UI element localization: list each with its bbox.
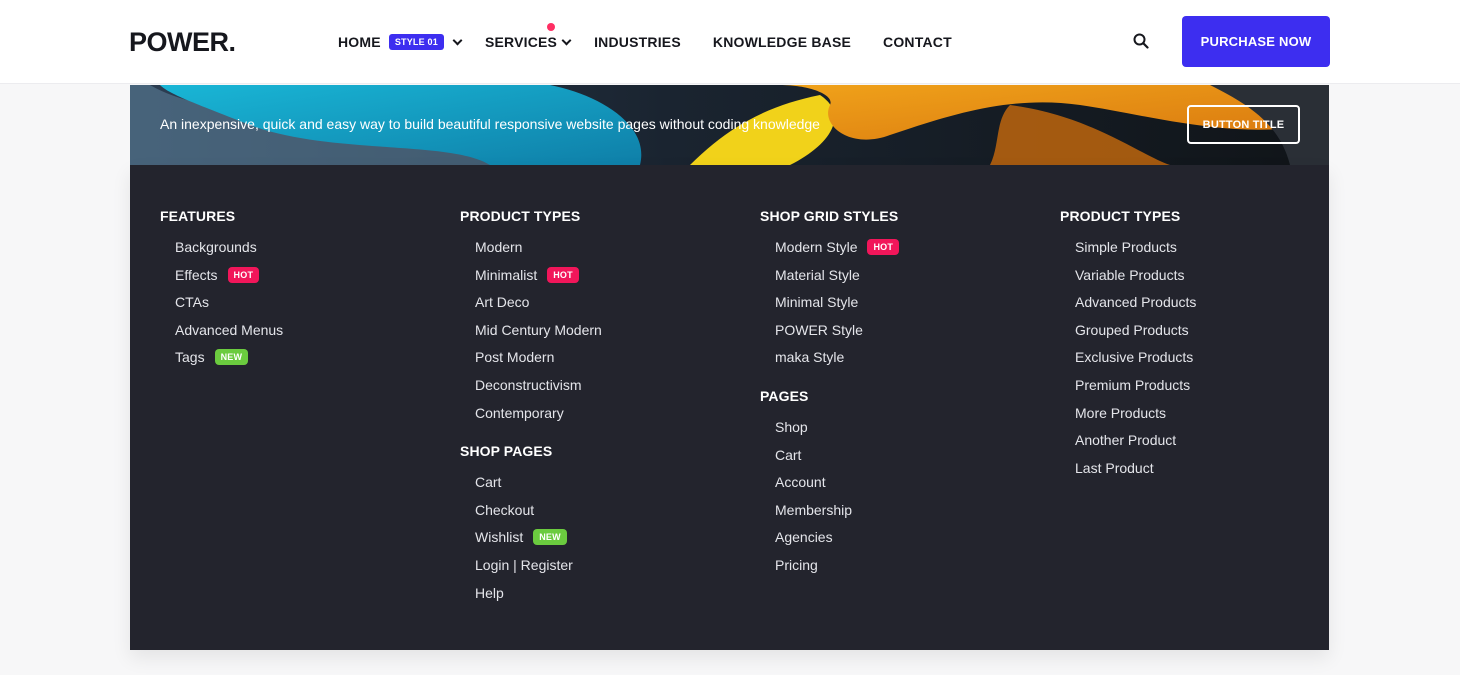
site-header: POWER. HOME STYLE 01 SERVICES INDUSTRIES… <box>0 0 1460 84</box>
chevron-down-icon <box>452 35 463 45</box>
menu-item-exclusive-products[interactable]: Exclusive Products <box>1060 348 1196 376</box>
menu-list: Modern Style HOT Material Style Minimal S… <box>760 238 900 376</box>
menu-item-minimalist[interactable]: Minimalist HOT <box>460 266 602 294</box>
nav-knowledge-base[interactable]: KNOWLEDGE BASE <box>713 34 851 50</box>
nav-home[interactable]: HOME STYLE 01 <box>338 34 463 50</box>
menu-item-login-register[interactable]: Login | Register <box>460 556 602 584</box>
menu-item-ctas[interactable]: CTAs <box>160 293 283 321</box>
menu-item-help[interactable]: Help <box>460 584 602 612</box>
hot-badge: HOT <box>547 266 579 283</box>
menu-item-simple-products[interactable]: Simple Products <box>1060 238 1196 266</box>
column-title: PAGES <box>760 387 809 404</box>
hot-badge: HOT <box>867 239 900 255</box>
menu-item-checkout[interactable]: Checkout <box>460 501 602 529</box>
nav-industries[interactable]: INDUSTRIES <box>594 34 681 50</box>
logo[interactable]: POWER. <box>129 27 236 58</box>
menu-item-material-style[interactable]: Material Style <box>760 266 899 294</box>
new-badge: NEW <box>214 349 249 366</box>
menu-column-product-types: PRODUCT TYPES Modern Minimalist HOT Art D… <box>460 208 602 611</box>
menu-column-features: FEATURES Backgrounds Effects HOT CTAs Adv… <box>160 208 283 376</box>
column-title: SHOP GRID STYLES <box>760 208 899 224</box>
menu-item-art-deco[interactable]: Art Deco <box>460 293 602 321</box>
menu-list: Modern Minimalist HOT Art Deco Mid Centur… <box>460 238 602 431</box>
menu-item-effects[interactable]: Effects HOT <box>160 266 283 294</box>
menu-item-maka-style[interactable]: maka Style <box>760 348 899 376</box>
menu-item-more-products[interactable]: More Products <box>1060 404 1196 432</box>
menu-item-advanced-products[interactable]: Advanced Products <box>1060 293 1196 321</box>
menu-item-mid-century-modern[interactable]: Mid Century Modern <box>460 321 602 349</box>
nav-home-label: HOME <box>338 34 381 50</box>
promo-banner: An inexpensive, quick and easy way to bu… <box>130 85 1329 165</box>
menu-list: Backgrounds Effects HOT CTAs Advanced Men… <box>160 238 283 376</box>
column-title: FEATURES <box>160 208 236 224</box>
notification-dot-icon <box>546 23 555 31</box>
search-icon[interactable] <box>1133 33 1149 49</box>
menu-item-variable-products[interactable]: Variable Products <box>1060 266 1196 294</box>
nav-contact[interactable]: CONTACT <box>883 34 952 50</box>
menu-column-product-types-2: PRODUCT TYPES Simple Products Variable P… <box>1060 208 1196 486</box>
nav-services[interactable]: SERVICES <box>484 23 572 50</box>
menu-item-power-style[interactable]: POWER Style <box>760 321 899 349</box>
menu-item-shop[interactable]: Shop <box>760 418 899 446</box>
menu-item-agencies[interactable]: Agencies <box>760 528 899 556</box>
menu-item-deconstructivism[interactable]: Deconstructivism <box>460 376 602 404</box>
menu-item-membership[interactable]: Membership <box>760 501 899 529</box>
main-nav: HOME STYLE 01 SERVICES INDUSTRIES KNOWLE… <box>338 0 952 84</box>
menu-item-post-modern[interactable]: Post Modern <box>460 348 602 376</box>
menu-item-grouped-products[interactable]: Grouped Products <box>1060 321 1196 349</box>
menu-item-contemporary[interactable]: Contemporary <box>460 404 602 432</box>
menu-item-pricing[interactable]: Pricing <box>760 556 899 584</box>
menu-list: Simple Products Variable Products Advanc… <box>1060 238 1196 486</box>
column-title: PRODUCT TYPES <box>460 208 581 224</box>
banner-button[interactable]: BUTTON TITLE <box>1187 105 1300 144</box>
mega-menu: FEATURES Backgrounds Effects HOT CTAs Adv… <box>130 165 1329 650</box>
menu-item-account[interactable]: Account <box>760 473 899 501</box>
column-title: SHOP PAGES <box>460 443 553 460</box>
menu-item-premium-products[interactable]: Premium Products <box>1060 376 1196 404</box>
menu-item-cart[interactable]: Cart <box>460 473 602 501</box>
nav-industries-label: INDUSTRIES <box>594 34 681 50</box>
menu-column-shop-grid-styles: SHOP GRID STYLES Modern Style HOT Materia… <box>760 208 900 584</box>
menu-list: Shop Cart Account Membership Agencies Pr… <box>760 418 899 584</box>
menu-item-advanced-menus[interactable]: Advanced Menus <box>160 321 283 349</box>
nav-knowledge-base-label: KNOWLEDGE BASE <box>712 34 852 50</box>
banner-text: An inexpensive, quick and easy way to bu… <box>160 116 820 132</box>
menu-item-tags[interactable]: Tags NEW <box>160 348 283 376</box>
menu-item-modern[interactable]: Modern <box>460 238 602 266</box>
nav-contact-label: CONTACT <box>883 34 952 50</box>
menu-item-wishlist[interactable]: Wishlist NEW <box>460 528 602 556</box>
column-title: PRODUCT TYPES <box>1060 208 1181 224</box>
menu-item-modern-style[interactable]: Modern Style HOT <box>760 238 900 266</box>
style-badge: STYLE 01 <box>388 34 444 50</box>
chevron-down-icon <box>561 35 572 45</box>
menu-item-another-product[interactable]: Another Product <box>1060 431 1196 459</box>
menu-item-minimal-style[interactable]: Minimal Style <box>760 293 899 321</box>
menu-item-cart[interactable]: Cart <box>760 446 899 474</box>
new-badge: NEW <box>533 529 567 546</box>
menu-list: Cart Checkout Wishlist NEW Login | Regist… <box>460 473 602 611</box>
menu-item-backgrounds[interactable]: Backgrounds <box>160 238 283 266</box>
nav-services-label: SERVICES <box>484 34 558 50</box>
hot-badge: HOT <box>227 266 260 283</box>
menu-item-last-product[interactable]: Last Product <box>1060 459 1196 487</box>
purchase-now-button[interactable]: PURCHASE NOW <box>1182 16 1330 67</box>
